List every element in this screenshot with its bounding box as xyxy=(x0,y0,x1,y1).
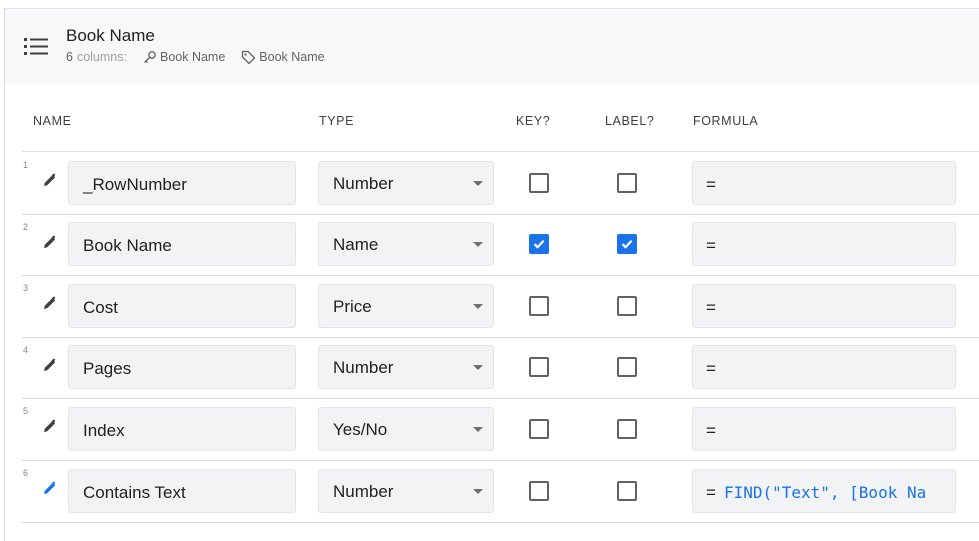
column-type-value: Name xyxy=(333,235,379,255)
columns-label: columns: xyxy=(76,50,127,64)
column-type-select[interactable]: Name xyxy=(318,222,494,267)
formula-equals: = xyxy=(706,482,716,502)
pencil-icon[interactable] xyxy=(42,480,58,496)
formula-equals: = xyxy=(706,174,716,194)
column-name-field[interactable]: Index xyxy=(68,406,296,451)
column-type-value: Price xyxy=(333,296,372,316)
column-count: 6 xyxy=(66,50,73,64)
checkmark-icon xyxy=(533,240,545,249)
column-type-select[interactable]: Yes/No xyxy=(318,406,494,451)
pencil-icon[interactable] xyxy=(42,234,58,250)
caret-down-icon xyxy=(473,426,483,432)
label-checkbox[interactable] xyxy=(617,234,637,255)
column-header-formula: FORMULA xyxy=(693,114,759,128)
column-name-field[interactable]: Book Name xyxy=(68,222,296,267)
column-type-select[interactable]: Number xyxy=(318,345,494,390)
caret-down-icon xyxy=(473,242,483,248)
formula-expression: FIND("Text", [Book Na xyxy=(723,482,927,502)
column-type-value: Number xyxy=(333,481,394,501)
key-column-chip: Book Name xyxy=(143,50,225,64)
formula-field[interactable]: = FIND("Text", [Book Na xyxy=(692,468,956,513)
formula-field[interactable]: = xyxy=(692,283,956,328)
pencil-icon[interactable] xyxy=(42,418,58,434)
formula-field[interactable]: = xyxy=(692,406,956,451)
label-checkbox[interactable] xyxy=(617,172,637,193)
column-type-select[interactable]: Price xyxy=(318,283,494,328)
key-checkbox[interactable] xyxy=(529,480,549,501)
label-column-name: Book Name xyxy=(259,50,325,64)
key-checkbox[interactable] xyxy=(529,295,549,316)
row-number: 2 xyxy=(23,221,29,232)
row-divider xyxy=(22,213,979,215)
pencil-icon[interactable] xyxy=(42,172,58,188)
key-checkbox[interactable] xyxy=(529,357,549,378)
column-header-key: KEY? xyxy=(516,114,551,128)
column-name-field[interactable]: Cost xyxy=(68,283,296,328)
row-divider xyxy=(22,151,979,152)
list-icon xyxy=(24,36,50,58)
label-checkbox[interactable] xyxy=(617,295,637,316)
formula-field[interactable]: = xyxy=(692,160,956,205)
column-header-type: TYPE xyxy=(319,114,355,128)
pencil-icon[interactable] xyxy=(42,357,58,373)
column-type-value: Yes/No xyxy=(333,419,388,439)
column-type-value: Number xyxy=(333,173,394,193)
key-checkbox[interactable] xyxy=(529,234,549,255)
key-checkbox[interactable] xyxy=(529,418,549,439)
formula-equals: = xyxy=(706,236,716,256)
caret-down-icon xyxy=(473,180,483,186)
table-title: Book Name xyxy=(66,26,155,45)
column-type-value: Number xyxy=(333,358,394,378)
key-icon xyxy=(144,51,156,64)
caret-down-icon xyxy=(473,488,483,494)
row-number: 4 xyxy=(23,344,29,355)
row-divider xyxy=(22,275,979,277)
column-name-field[interactable]: _RowNumber xyxy=(68,160,296,205)
row-divider xyxy=(22,460,979,461)
tag-icon xyxy=(242,50,256,64)
row-number: 3 xyxy=(23,283,29,294)
table-header: Book Name 6 columns: Book Name Book Name xyxy=(5,8,979,83)
panel-left-border xyxy=(4,8,5,541)
column-name-field[interactable]: Contains Text xyxy=(68,468,296,513)
row-divider xyxy=(22,336,979,338)
label-checkbox[interactable] xyxy=(617,357,637,378)
caret-down-icon xyxy=(473,303,483,309)
formula-field[interactable]: = xyxy=(692,345,956,390)
key-column-name: Book Name xyxy=(159,50,226,64)
formula-equals: = xyxy=(706,359,716,379)
label-column-chip: Book Name xyxy=(241,50,325,64)
pencil-icon[interactable] xyxy=(42,295,58,311)
key-checkbox[interactable] xyxy=(529,172,549,193)
column-type-select[interactable]: Number xyxy=(318,160,494,205)
column-type-select[interactable]: Number xyxy=(318,468,494,513)
formula-field[interactable]: = xyxy=(692,222,956,267)
caret-down-icon xyxy=(473,365,483,371)
row-number: 5 xyxy=(23,406,29,417)
column-header-label: LABEL? xyxy=(605,114,655,128)
formula-equals: = xyxy=(706,297,716,317)
formula-equals: = xyxy=(706,420,716,440)
row-divider xyxy=(22,398,979,400)
row-divider xyxy=(22,521,979,523)
label-checkbox[interactable] xyxy=(617,480,637,501)
column-header-name: NAME xyxy=(33,114,72,128)
row-number: 1 xyxy=(23,160,29,170)
row-number: 6 xyxy=(23,468,29,478)
label-checkbox[interactable] xyxy=(617,418,637,439)
table-subtitle: 6 columns: Book Name Book Name xyxy=(66,50,325,64)
column-name-field[interactable]: Pages xyxy=(68,345,296,390)
checkmark-icon xyxy=(621,240,633,249)
